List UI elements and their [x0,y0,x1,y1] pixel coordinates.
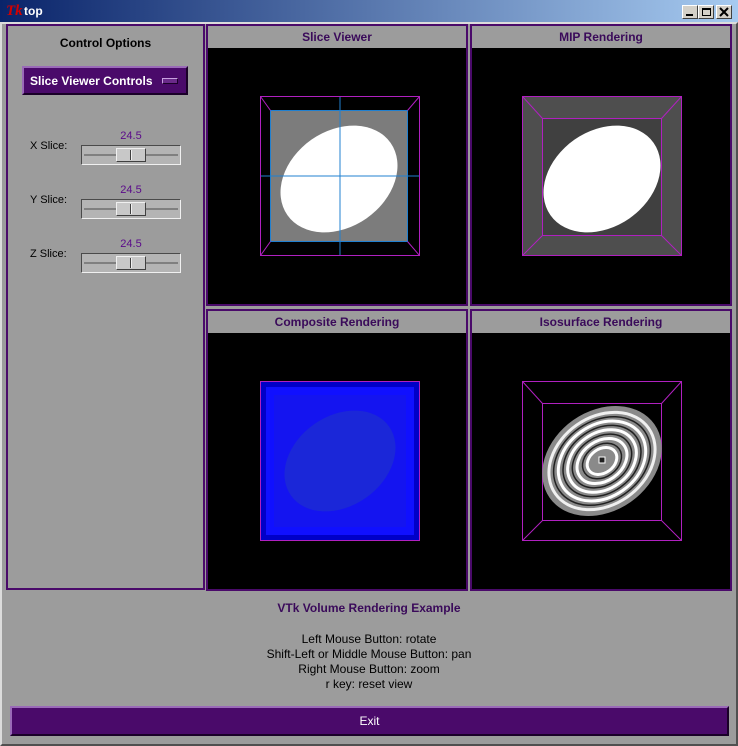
help-line-pan: Shift-Left or Middle Mouse Button: pan [266,647,472,661]
z-slice-slider-thumb[interactable] [116,256,146,270]
mip-rendering-title: MIP Rendering [472,26,730,48]
controls-menu-label: Slice Viewer Controls [30,74,153,88]
help-line-rotate: Left Mouse Button: rotate [301,632,437,646]
x-slice-value: 24.5 [120,130,142,142]
composite-rendering-pane: Composite Rendering [206,309,468,591]
control-panel-title: Control Options [59,36,152,50]
mip-rendering-pane: MIP Rendering [470,24,732,306]
y-slice-label: Y Slice: [30,194,68,206]
y-slice-slider[interactable] [81,199,181,219]
y-slice-slider-thumb[interactable] [116,202,146,216]
y-slice-value: 24.5 [120,184,142,196]
slice-viewer-pane: Slice Viewer [206,24,468,306]
isosurface-rendering-pane: Isosurface Rendering [470,309,732,591]
z-slice-slider[interactable] [81,253,181,273]
minimize-button[interactable] [682,5,698,19]
slice-viewer-title: Slice Viewer [208,26,466,48]
minimize-icon [686,14,693,16]
x-slice-label: X Slice: [30,140,68,152]
help-line-reset: r key: reset view [325,677,413,691]
close-icon [719,7,729,17]
close-button[interactable] [716,5,732,19]
z-slice-value: 24.5 [120,238,142,250]
x-slice-slider-thumb[interactable] [116,148,146,162]
mip-render-window[interactable] [472,48,730,304]
title-bar[interactable]: Tk top [0,0,738,22]
exit-button[interactable]: Exit [10,706,729,736]
maximize-button[interactable] [698,5,714,19]
menu-indicator-icon [162,78,178,84]
composite-render-window[interactable] [208,333,466,589]
z-slice-label: Z Slice: [30,248,67,260]
x-slice-slider[interactable] [81,145,181,165]
slice-viewer-controls-menu[interactable]: Slice Viewer Controls [22,66,188,95]
tk-feather-icon: Tk [6,3,23,19]
slice-viewer-render-window[interactable] [208,48,466,304]
maximize-icon [702,8,711,16]
info-title: VTk Volume Rendering Example [277,601,461,615]
isosurface-rendering-title: Isosurface Rendering [472,311,730,333]
isosurface-render-window[interactable] [472,333,730,589]
control-panel: Control Options Slice Viewer Controls X … [6,24,205,590]
composite-rendering-title: Composite Rendering [208,311,466,333]
window-title: top [24,4,43,18]
help-line-zoom: Right Mouse Button: zoom [298,662,440,676]
